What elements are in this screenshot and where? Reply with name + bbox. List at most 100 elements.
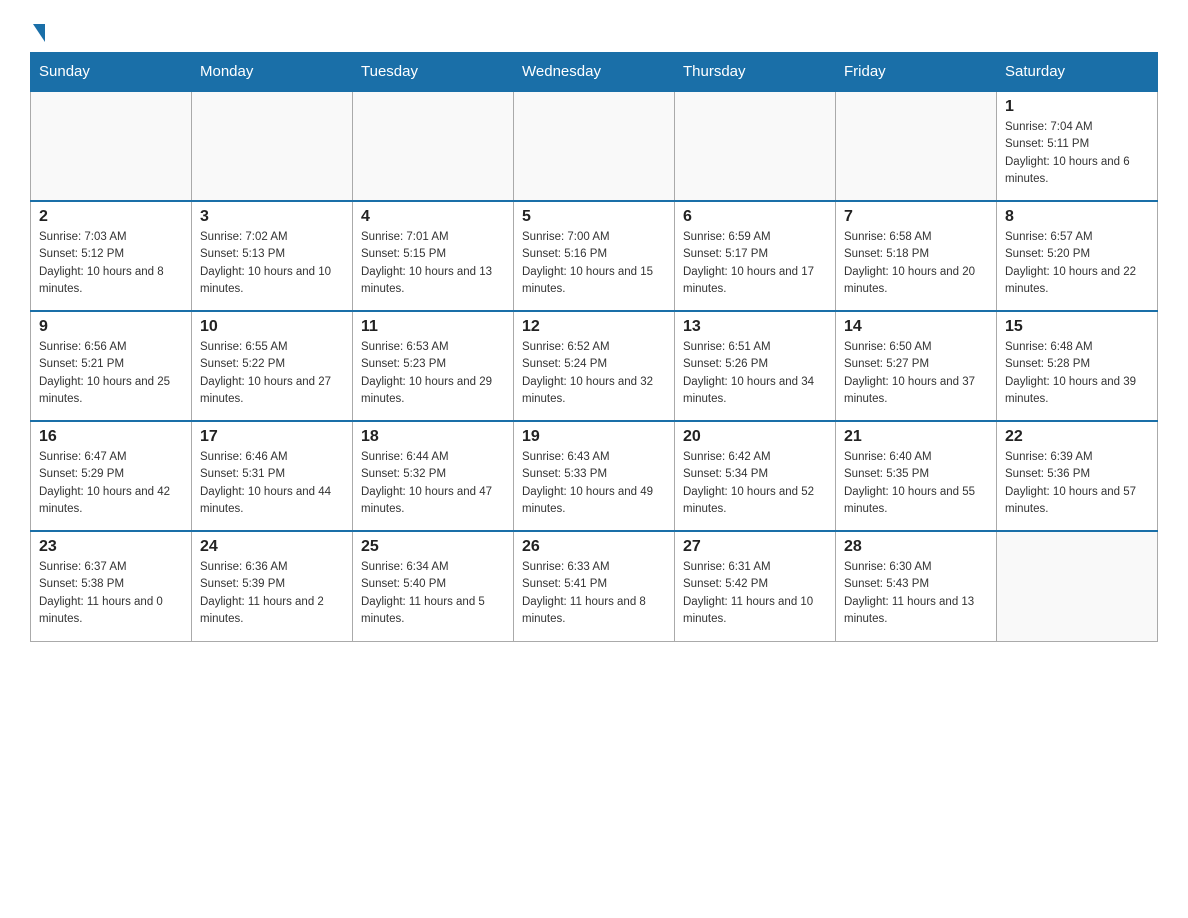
day-number: 12 [522,318,666,336]
day-number: 11 [361,318,505,336]
calendar-cell: 23 Sunrise: 6:37 AMSunset: 5:38 PMDayligh… [31,531,192,641]
calendar-cell: 15 Sunrise: 6:48 AMSunset: 5:28 PMDayligh… [997,311,1158,421]
calendar-cell: 6 Sunrise: 6:59 AMSunset: 5:17 PMDaylight… [675,201,836,311]
weekday-header-row: SundayMondayTuesdayWednesdayThursdayFrid… [31,53,1158,92]
weekday-header-sunday: Sunday [31,53,192,92]
day-number: 2 [39,208,183,226]
day-info: Sunrise: 6:55 AMSunset: 5:22 PMDaylight:… [200,339,344,408]
day-info: Sunrise: 7:01 AMSunset: 5:15 PMDaylight:… [361,229,505,298]
day-number: 1 [1005,98,1149,116]
day-number: 17 [200,428,344,446]
day-number: 7 [844,208,988,226]
page-header [30,20,1158,42]
calendar-cell [514,91,675,201]
day-number: 25 [361,538,505,556]
calendar-cell: 4 Sunrise: 7:01 AMSunset: 5:15 PMDaylight… [353,201,514,311]
day-number: 10 [200,318,344,336]
calendar-cell: 24 Sunrise: 6:36 AMSunset: 5:39 PMDayligh… [192,531,353,641]
day-info: Sunrise: 6:56 AMSunset: 5:21 PMDaylight:… [39,339,183,408]
day-number: 6 [683,208,827,226]
calendar-cell: 28 Sunrise: 6:30 AMSunset: 5:43 PMDayligh… [836,531,997,641]
calendar-cell: 22Sunrise: 6:39 AMSunset: 5:36 PMDayligh… [997,421,1158,531]
day-number: 4 [361,208,505,226]
calendar-cell [353,91,514,201]
calendar-week-4: 23 Sunrise: 6:37 AMSunset: 5:38 PMDayligh… [31,531,1158,641]
calendar-week-2: 9 Sunrise: 6:56 AMSunset: 5:21 PMDaylight… [31,311,1158,421]
day-number: 15 [1005,318,1149,336]
day-number: 8 [1005,208,1149,226]
day-info: Sunrise: 6:46 AMSunset: 5:31 PMDaylight:… [200,449,344,518]
calendar-cell [192,91,353,201]
calendar-week-3: 16Sunrise: 6:47 AMSunset: 5:29 PMDayligh… [31,421,1158,531]
logo-arrow-icon [33,24,45,42]
day-info: Sunrise: 6:43 AMSunset: 5:33 PMDaylight:… [522,449,666,518]
calendar-table: SundayMondayTuesdayWednesdayThursdayFrid… [30,52,1158,642]
day-info: Sunrise: 6:40 AMSunset: 5:35 PMDaylight:… [844,449,988,518]
day-number: 3 [200,208,344,226]
day-info: Sunrise: 7:03 AMSunset: 5:12 PMDaylight:… [39,229,183,298]
calendar-cell: 8 Sunrise: 6:57 AMSunset: 5:20 PMDaylight… [997,201,1158,311]
calendar-cell: 19 Sunrise: 6:43 AMSunset: 5:33 PMDayligh… [514,421,675,531]
calendar-cell: 26 Sunrise: 6:33 AMSunset: 5:41 PMDayligh… [514,531,675,641]
calendar-cell: 1 Sunrise: 7:04 AMSunset: 5:11 PMDaylight… [997,91,1158,201]
day-info: Sunrise: 6:50 AMSunset: 5:27 PMDaylight:… [844,339,988,408]
calendar-cell: 21 Sunrise: 6:40 AMSunset: 5:35 PMDayligh… [836,421,997,531]
calendar-cell: 5 Sunrise: 7:00 AMSunset: 5:16 PMDaylight… [514,201,675,311]
calendar-cell: 20 Sunrise: 6:42 AMSunset: 5:34 PMDayligh… [675,421,836,531]
day-info: Sunrise: 6:53 AMSunset: 5:23 PMDaylight:… [361,339,505,408]
day-info: Sunrise: 6:48 AMSunset: 5:28 PMDaylight:… [1005,339,1149,408]
day-number: 21 [844,428,988,446]
day-info: Sunrise: 7:04 AMSunset: 5:11 PMDaylight:… [1005,119,1149,188]
day-info: Sunrise: 7:00 AMSunset: 5:16 PMDaylight:… [522,229,666,298]
calendar-cell: 2 Sunrise: 7:03 AMSunset: 5:12 PMDaylight… [31,201,192,311]
day-number: 23 [39,538,183,556]
weekday-header-friday: Friday [836,53,997,92]
calendar-cell: 14 Sunrise: 6:50 AMSunset: 5:27 PMDayligh… [836,311,997,421]
calendar-cell [836,91,997,201]
day-info: Sunrise: 6:36 AMSunset: 5:39 PMDaylight:… [200,559,344,628]
day-number: 5 [522,208,666,226]
calendar-cell: 17 Sunrise: 6:46 AMSunset: 5:31 PMDayligh… [192,421,353,531]
day-info: Sunrise: 6:33 AMSunset: 5:41 PMDaylight:… [522,559,666,628]
day-number: 20 [683,428,827,446]
calendar-cell: 7 Sunrise: 6:58 AMSunset: 5:18 PMDaylight… [836,201,997,311]
calendar-week-0: 1 Sunrise: 7:04 AMSunset: 5:11 PMDaylight… [31,91,1158,201]
day-number: 27 [683,538,827,556]
calendar-cell [31,91,192,201]
weekday-header-monday: Monday [192,53,353,92]
day-number: 19 [522,428,666,446]
day-info: Sunrise: 6:44 AMSunset: 5:32 PMDaylight:… [361,449,505,518]
calendar-cell: 16Sunrise: 6:47 AMSunset: 5:29 PMDayligh… [31,421,192,531]
calendar-cell [997,531,1158,641]
calendar-cell: 11 Sunrise: 6:53 AMSunset: 5:23 PMDayligh… [353,311,514,421]
calendar-cell: 25 Sunrise: 6:34 AMSunset: 5:40 PMDayligh… [353,531,514,641]
day-info: Sunrise: 6:30 AMSunset: 5:43 PMDaylight:… [844,559,988,628]
day-info: Sunrise: 6:51 AMSunset: 5:26 PMDaylight:… [683,339,827,408]
day-number: 13 [683,318,827,336]
calendar-cell [675,91,836,201]
day-number: 9 [39,318,183,336]
calendar-cell: 9 Sunrise: 6:56 AMSunset: 5:21 PMDaylight… [31,311,192,421]
day-info: Sunrise: 6:47 AMSunset: 5:29 PMDaylight:… [39,449,183,518]
calendar-week-1: 2 Sunrise: 7:03 AMSunset: 5:12 PMDaylight… [31,201,1158,311]
calendar-cell: 3Sunrise: 7:02 AMSunset: 5:13 PMDaylight… [192,201,353,311]
calendar-cell: 10 Sunrise: 6:55 AMSunset: 5:22 PMDayligh… [192,311,353,421]
day-info: Sunrise: 6:42 AMSunset: 5:34 PMDaylight:… [683,449,827,518]
weekday-header-saturday: Saturday [997,53,1158,92]
day-info: Sunrise: 6:59 AMSunset: 5:17 PMDaylight:… [683,229,827,298]
day-number: 26 [522,538,666,556]
day-info: Sunrise: 6:39 AMSunset: 5:36 PMDaylight:… [1005,449,1149,518]
weekday-header-thursday: Thursday [675,53,836,92]
day-number: 24 [200,538,344,556]
day-number: 28 [844,538,988,556]
calendar-cell: 12Sunrise: 6:52 AMSunset: 5:24 PMDayligh… [514,311,675,421]
calendar-cell: 18 Sunrise: 6:44 AMSunset: 5:32 PMDayligh… [353,421,514,531]
day-number: 18 [361,428,505,446]
day-info: Sunrise: 6:58 AMSunset: 5:18 PMDaylight:… [844,229,988,298]
calendar-cell: 27Sunrise: 6:31 AMSunset: 5:42 PMDayligh… [675,531,836,641]
day-info: Sunrise: 6:57 AMSunset: 5:20 PMDaylight:… [1005,229,1149,298]
weekday-header-wednesday: Wednesday [514,53,675,92]
day-info: Sunrise: 6:37 AMSunset: 5:38 PMDaylight:… [39,559,183,628]
day-number: 14 [844,318,988,336]
day-info: Sunrise: 6:34 AMSunset: 5:40 PMDaylight:… [361,559,505,628]
